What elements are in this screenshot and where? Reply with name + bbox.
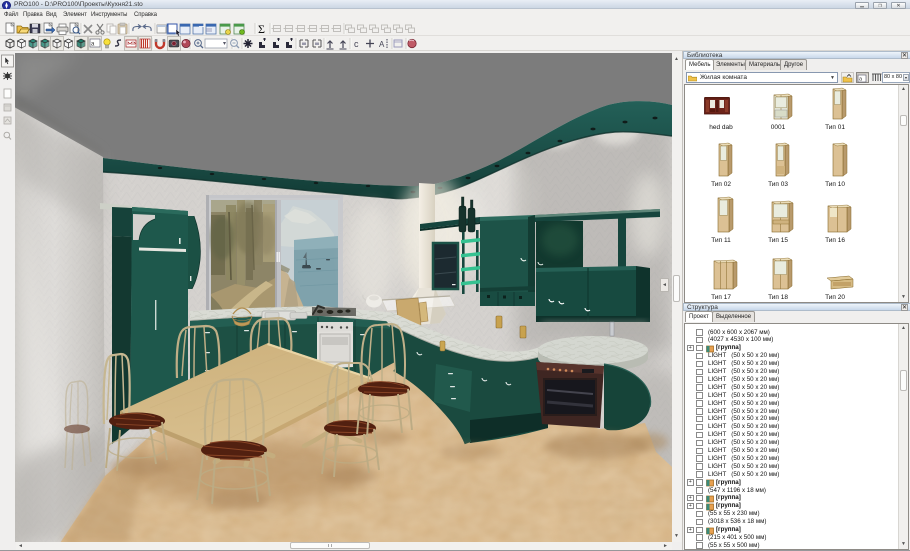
svg-text:A: A: [379, 40, 385, 49]
svg-text:Σ: Σ: [258, 22, 265, 36]
svg-text:c: c: [354, 39, 359, 49]
